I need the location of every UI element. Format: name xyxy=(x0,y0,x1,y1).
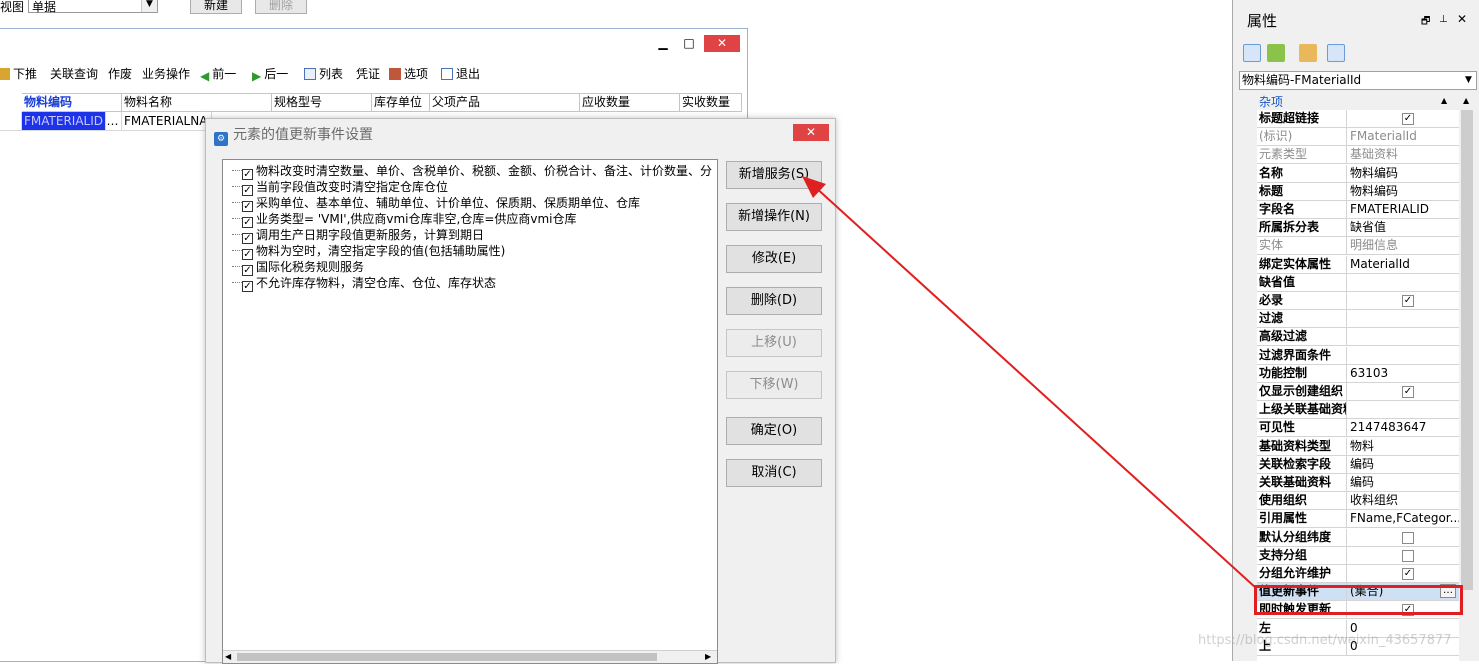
annotation-arrow xyxy=(802,176,1257,589)
watermark: https://blog.csdn.net/weixin_43657877 xyxy=(1198,633,1452,648)
arrow-line xyxy=(813,185,1257,589)
